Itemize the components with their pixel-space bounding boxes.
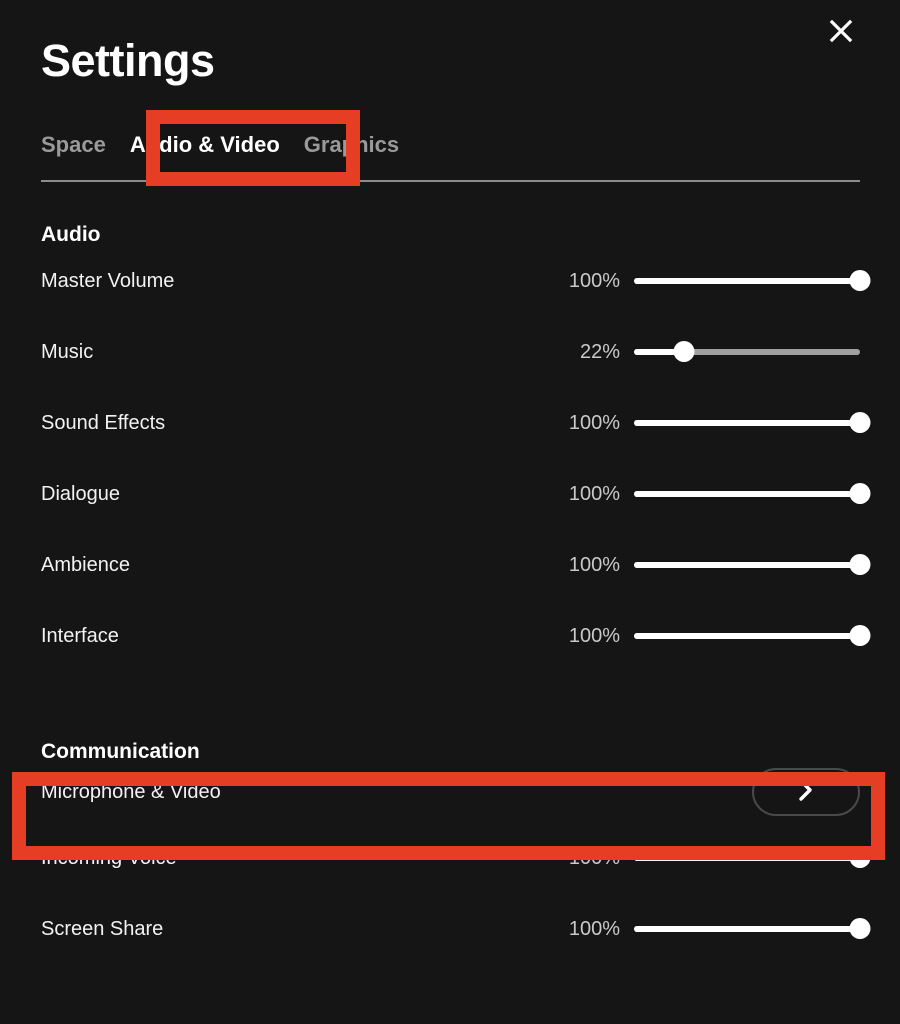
slider-fill: [634, 632, 860, 639]
setting-label: Incoming Voice: [41, 846, 177, 869]
slider-fill: [634, 277, 860, 284]
settings-content: Audio Master Volume 100% Music 22% Sound…: [0, 196, 900, 964]
setting-value: 100%: [568, 624, 620, 647]
setting-label: Microphone & Video: [41, 781, 221, 803]
slider-thumb[interactable]: [673, 341, 695, 362]
setting-row-interface[interactable]: Interface 100%: [0, 600, 900, 671]
slider-master-volume[interactable]: [634, 270, 871, 291]
setting-control: 22%: [546, 340, 860, 363]
setting-label: Interface: [41, 624, 119, 647]
slider-dialogue[interactable]: [634, 483, 871, 504]
slider-fill: [634, 854, 860, 861]
setting-value: 100%: [568, 553, 620, 576]
settings-tablist: Space Audio & Video Graphics: [41, 132, 399, 158]
slider-thumb[interactable]: [849, 625, 871, 646]
setting-value: 22%: [579, 340, 620, 363]
slider-thumb[interactable]: [849, 270, 871, 291]
setting-control: 100%: [546, 553, 871, 576]
setting-row-music[interactable]: Music 22%: [0, 316, 900, 387]
slider-thumb[interactable]: [849, 918, 871, 939]
tab-space[interactable]: Space: [41, 132, 106, 158]
setting-value: 100%: [568, 917, 620, 940]
slider-incoming-voice[interactable]: [634, 847, 871, 868]
audio-rows: Master Volume 100% Music 22% Sound Effec…: [0, 245, 900, 671]
section-title-communication: Communication: [41, 740, 200, 763]
tabs-divider: [41, 180, 860, 182]
slider-thumb[interactable]: [849, 412, 871, 433]
slider-thumb[interactable]: [849, 847, 871, 868]
setting-value: 100%: [568, 269, 620, 292]
setting-row-microphone-video[interactable]: Microphone & Video: [0, 762, 900, 822]
setting-control: 100%: [546, 846, 871, 869]
setting-label: Ambience: [41, 553, 130, 576]
tab-audio-video[interactable]: Audio & Video: [130, 132, 280, 158]
section-title-audio: Audio: [41, 223, 101, 246]
setting-control: 100%: [546, 624, 871, 647]
slider-thumb[interactable]: [849, 483, 871, 504]
close-button[interactable]: [822, 12, 860, 50]
page-title: Settings: [41, 35, 215, 86]
slider-music[interactable]: [634, 341, 860, 362]
setting-row-ambience[interactable]: Ambience 100%: [0, 529, 900, 600]
setting-value: 100%: [568, 482, 620, 505]
slider-ambience[interactable]: [634, 554, 871, 575]
setting-value: 100%: [568, 846, 620, 869]
setting-label: Master Volume: [41, 269, 175, 292]
setting-label: Sound Effects: [41, 411, 166, 434]
setting-row-sound-effects[interactable]: Sound Effects 100%: [0, 387, 900, 458]
close-icon: [828, 18, 854, 44]
setting-label: Music: [41, 340, 94, 363]
setting-control: 100%: [546, 482, 871, 505]
communication-rows: Microphone & Video Incoming Voice 100% S…: [0, 762, 900, 964]
slider-fill: [634, 561, 860, 568]
setting-control: 100%: [546, 411, 871, 434]
setting-label: Dialogue: [41, 482, 120, 505]
slider-sound-effects[interactable]: [634, 412, 871, 433]
chevron-right-icon: [796, 776, 816, 809]
slider-fill: [634, 925, 860, 932]
microphone-video-open-button[interactable]: [752, 768, 860, 816]
slider-fill: [634, 490, 860, 497]
slider-interface[interactable]: [634, 625, 871, 646]
setting-row-incoming-voice[interactable]: Incoming Voice 100%: [0, 822, 900, 893]
slider-thumb[interactable]: [849, 554, 871, 575]
tab-graphics[interactable]: Graphics: [304, 132, 399, 158]
setting-control: 100%: [546, 917, 871, 940]
setting-control: 100%: [546, 269, 871, 292]
setting-row-dialogue[interactable]: Dialogue 100%: [0, 458, 900, 529]
setting-value: 100%: [568, 411, 620, 434]
setting-label: Screen Share: [41, 917, 164, 940]
slider-fill: [634, 419, 860, 426]
slider-screen-share[interactable]: [634, 918, 871, 939]
setting-row-master-volume[interactable]: Master Volume 100%: [0, 245, 900, 316]
setting-row-screen-share[interactable]: Screen Share 100%: [0, 893, 900, 964]
